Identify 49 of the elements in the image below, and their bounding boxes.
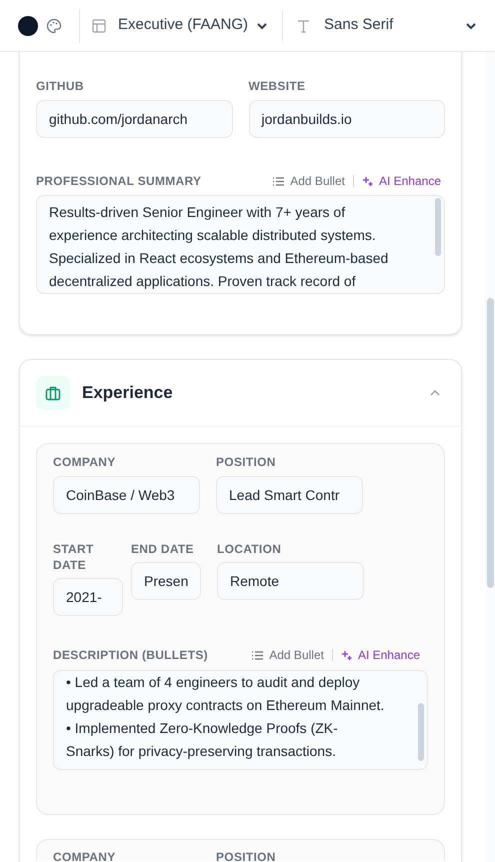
palette-icon[interactable] [46,18,62,34]
sparkle-icon [362,176,373,186]
color-swatch[interactable] [18,16,38,36]
section-title: Experience [82,382,173,404]
text-line: experience architecting scalable distributed systems. [49,226,376,245]
text-line: Specialized in React ecosystems and Ethereum-based [49,249,388,268]
field-label: START DATE [53,541,95,573]
add-bullet-button[interactable]: Add Bullet [273,172,345,190]
layout-icon [92,18,106,32]
chevron-down-icon [256,22,268,30]
field-label: PROFESSIONAL SUMMARY [36,173,202,190]
field-label: POSITION [216,454,277,471]
chevron-up-icon [429,389,441,397]
text-line: • Implemented Zero-Knowledge Proofs (ZK- [66,719,338,738]
list-icon [252,650,264,660]
text-line: Results-driven Senior Engineer with 7+ years of [49,203,346,222]
ai-enhance-button[interactable]: AI Enhance [362,172,441,190]
field-label: POSITION [216,849,276,862]
input-field[interactable]: 2021- [53,578,123,616]
field-label: DESCRIPTION (BULLETS) [53,647,208,664]
list-icon [273,176,284,186]
input-field[interactable]: Remote [217,562,364,600]
template-dropdown[interactable]: Executive (FAANG) [92,14,268,37]
text-line: Snarks) for privacy-preserving transactions. [66,742,336,761]
field-label: END DATE [131,541,195,557]
text-area[interactable] [36,195,445,294]
input-field[interactable]: CoinBase / Web3 [53,476,200,514]
text-line: upgradeable proxy contracts on Ethereum Mainnet. [66,696,384,715]
field-label: COMPANY [53,454,117,471]
font-dropdown[interactable]: Sans Serif [297,14,477,37]
add-bullet-button[interactable]: Add Bullet [252,646,324,664]
input-field[interactable]: github.com/jordanarch [36,100,232,138]
input-field[interactable]: jordanbuilds.io [248,100,445,138]
chevron-down-icon [465,22,477,30]
briefcase-icon [36,376,70,410]
field-label: GITHUB [36,78,85,95]
text-line: decentralized applications. Proven track record of [49,272,356,291]
field-label: WEBSITE [248,78,306,95]
field-label: LOCATION [217,541,282,557]
input-field[interactable]: Presen [131,562,201,600]
text-area[interactable]: • Led a team of 4 engineers to audit and deploy upgradeable proxy contracts on Ethereum Mainnet. • Implemented Zero-Knowledge Proofs (ZK- Snarks) for privacy-preserving transactions. [53,670,428,770]
scrollbar-thumb [435,198,441,256]
field-label: COMPANY [53,849,117,862]
sparkle-icon [340,650,352,660]
text-line: • Led a team of 4 engineers to audit and deploy [66,673,360,692]
scrollbar-thumb [418,703,424,761]
text-icon [297,18,310,32]
input-field[interactable]: Lead Smart Contr [216,476,363,514]
ai-enhance-button[interactable]: AI Enhance [340,646,420,664]
